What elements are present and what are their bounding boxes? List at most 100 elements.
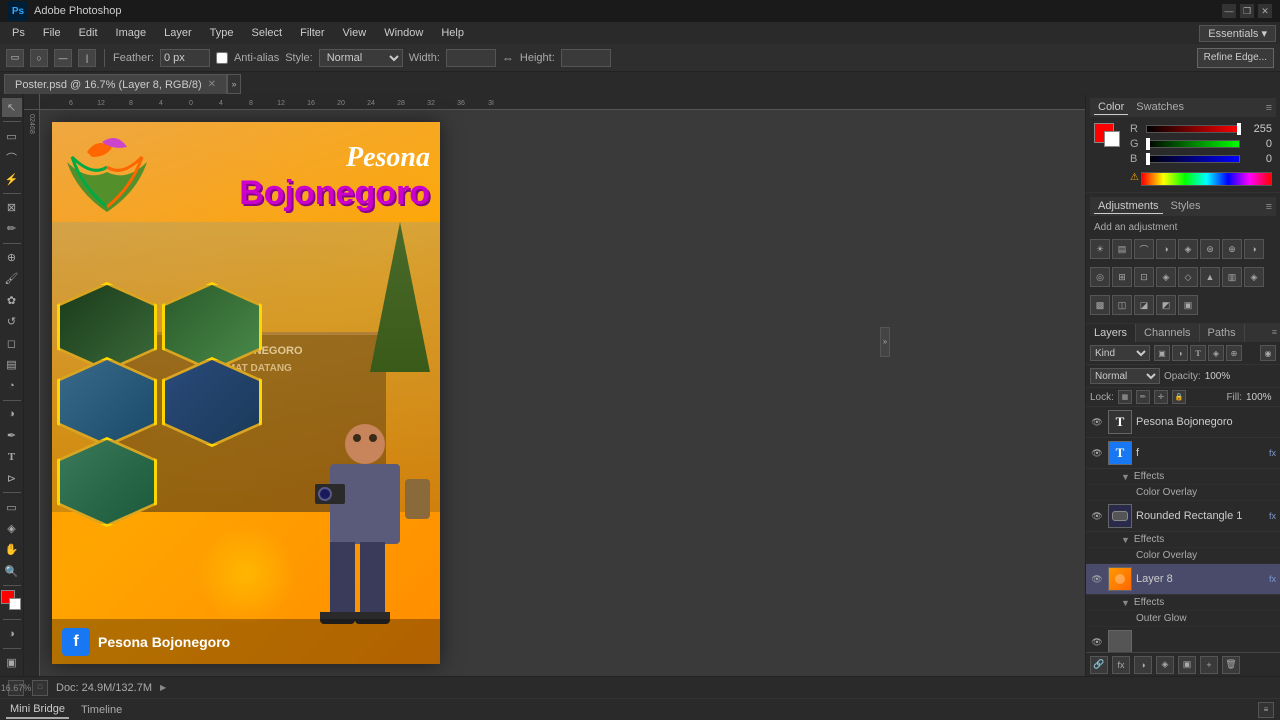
anti-alias-checkbox[interactable] — [216, 52, 228, 64]
vibrance-adj[interactable]: ◈ — [1178, 239, 1198, 259]
levels-adj[interactable]: ▤ — [1112, 239, 1132, 259]
layer-eye-2[interactable]: 👁 — [1090, 446, 1104, 460]
new-adjustment-layer-button[interactable]: ◈ — [1156, 656, 1174, 674]
menu-type[interactable]: Type — [202, 25, 242, 41]
timeline-tab[interactable]: Timeline — [77, 702, 126, 718]
lock-position[interactable]: ✛ — [1154, 390, 1168, 404]
color-tab[interactable]: Color — [1094, 100, 1128, 115]
layers-panel-options[interactable]: ≡ — [1269, 324, 1280, 342]
blur-tool[interactable]: ◔ — [2, 376, 22, 395]
filter-shape-layers[interactable]: ◈ — [1208, 345, 1224, 361]
exposure-adj[interactable]: ◑ — [1156, 239, 1176, 259]
bottom-panel-options[interactable]: ≡ — [1258, 702, 1274, 718]
filter-adjustment-layers[interactable]: ◑ — [1172, 345, 1188, 361]
opacity-value[interactable]: 100% — [1205, 371, 1235, 382]
menu-select[interactable]: Select — [244, 25, 291, 41]
document-tab[interactable]: Poster.psd @ 16.7% (Layer 8, RGB/8) ✕ — [4, 74, 227, 94]
bw-adj[interactable]: ◑ — [1244, 239, 1264, 259]
quick-select-tool[interactable]: ⚡ — [2, 169, 22, 188]
blend-mode-dropdown[interactable]: Normal — [1090, 368, 1160, 384]
marquee-tool-row[interactable]: ― — [54, 49, 72, 67]
doc-tab-close[interactable]: ✕ — [208, 79, 216, 90]
adj-icon-10[interactable]: ◫ — [1112, 295, 1132, 315]
new-layer-button[interactable]: + — [1200, 656, 1218, 674]
color-balance-adj[interactable]: ⊕ — [1222, 239, 1242, 259]
screen-mode-button[interactable]: ▣ — [2, 653, 22, 672]
zoom-level-indicator[interactable]: 16.67% — [8, 680, 24, 696]
menu-window[interactable]: Window — [376, 25, 431, 41]
workspace-selector[interactable]: Essentials ▾ — [1199, 25, 1276, 42]
menu-edit[interactable]: Edit — [71, 25, 106, 41]
color-spectrum-bar[interactable] — [1141, 172, 1272, 186]
delete-layer-button[interactable]: 🗑 — [1222, 656, 1240, 674]
status-options-arrow[interactable]: ▶ — [160, 683, 170, 693]
gradient-map-adj[interactable]: ▥ — [1222, 267, 1242, 287]
type-tool[interactable]: T — [2, 447, 22, 466]
marquee-tool-col[interactable]: | — [78, 49, 96, 67]
shape-tool[interactable]: ▭ — [2, 497, 22, 516]
maximize-button[interactable]: ❐ — [1240, 4, 1254, 18]
layer-eye-3[interactable]: 👁 — [1090, 509, 1104, 523]
path-selection-tool[interactable]: ⊳ — [2, 469, 22, 488]
add-mask-button[interactable]: ◑ — [1134, 656, 1152, 674]
marquee-tool-ellipse[interactable]: ○ — [30, 49, 48, 67]
curves-adj[interactable]: ⌒ — [1134, 239, 1154, 259]
adj-icon-13[interactable]: ▣ — [1178, 295, 1198, 315]
add-layer-style-button[interactable]: fx — [1112, 656, 1130, 674]
adj-icon-12[interactable]: ◩ — [1156, 295, 1176, 315]
color-lookup-adj[interactable]: ⊡ — [1134, 267, 1154, 287]
healing-brush-tool[interactable]: ⊕ — [2, 248, 22, 267]
swatches-tab[interactable]: Swatches — [1132, 100, 1188, 115]
width-input[interactable] — [446, 49, 496, 67]
move-tool[interactable]: ↖ — [2, 98, 22, 117]
brightness-contrast-adj[interactable]: ☀ — [1090, 239, 1110, 259]
3d-tool[interactable]: ◈ — [2, 519, 22, 538]
layer-item-3[interactable]: 👁 Rounded Rectangle 1 fx — [1086, 501, 1280, 532]
lasso-tool[interactable]: ⌒ — [2, 148, 22, 167]
eraser-tool[interactable]: ◻ — [2, 333, 22, 352]
height-input[interactable] — [561, 49, 611, 67]
menu-filter[interactable]: Filter — [292, 25, 332, 41]
pen-tool[interactable]: ✒ — [2, 426, 22, 445]
filter-pixel-layers[interactable]: ▣ — [1154, 345, 1170, 361]
channels-tab[interactable]: Channels — [1136, 324, 1199, 342]
eyedropper-tool[interactable]: ✏ — [2, 219, 22, 238]
layer-filter-kind[interactable]: Kind — [1090, 345, 1150, 361]
menu-file[interactable]: File — [35, 25, 69, 41]
b-slider[interactable] — [1146, 155, 1240, 163]
adjustments-tab[interactable]: Adjustments — [1094, 199, 1163, 214]
color-panel-options[interactable]: ≡ — [1266, 102, 1272, 114]
layers-tab[interactable]: Layers — [1086, 324, 1136, 342]
background-color-swatch[interactable] — [1104, 131, 1120, 147]
new-group-button[interactable]: ▣ — [1178, 656, 1196, 674]
filter-type-layers[interactable]: T — [1190, 345, 1206, 361]
g-slider[interactable] — [1146, 140, 1240, 148]
selective-color-adj[interactable]: ◈ — [1244, 267, 1264, 287]
layer-item-5[interactable]: 👁 — [1086, 627, 1280, 652]
brush-tool[interactable]: 🖌 — [2, 269, 22, 288]
filter-smart-objects[interactable]: ⊕ — [1226, 345, 1242, 361]
menu-layer[interactable]: Layer — [156, 25, 200, 41]
invert-adj[interactable]: ◈ — [1156, 267, 1176, 287]
menu-ps[interactable]: Ps — [4, 25, 33, 41]
zoom-fit-button[interactable]: □ — [32, 680, 48, 696]
menu-image[interactable]: Image — [108, 25, 155, 41]
layer-eye-5[interactable]: 👁 — [1090, 635, 1104, 649]
clone-stamp-tool[interactable]: ✿ — [2, 290, 22, 309]
lock-image-pixels[interactable]: ✏ — [1136, 390, 1150, 404]
adj-panel-options[interactable]: ≡ — [1266, 201, 1272, 213]
hand-tool[interactable]: ✋ — [2, 540, 22, 559]
layer-eye-4[interactable]: 👁 — [1090, 572, 1104, 586]
dodge-tool[interactable]: ◑ — [2, 405, 22, 424]
history-brush-tool[interactable]: ↺ — [2, 312, 22, 331]
style-dropdown[interactable]: Normal Fixed Ratio Fixed Size — [319, 49, 403, 67]
close-button[interactable]: ✕ — [1258, 4, 1272, 18]
layer-item-2[interactable]: 👁 T f fx — [1086, 438, 1280, 469]
adj-icon-11[interactable]: ◪ — [1134, 295, 1154, 315]
mini-bridge-tab[interactable]: Mini Bridge — [6, 701, 69, 719]
collapse-right-panel-button[interactable]: » — [880, 327, 890, 357]
styles-tab[interactable]: Styles — [1167, 199, 1205, 214]
adj-icon-9[interactable]: ▩ — [1090, 295, 1110, 315]
photo-filter-adj[interactable]: ◎ — [1090, 267, 1110, 287]
menu-help[interactable]: Help — [433, 25, 472, 41]
